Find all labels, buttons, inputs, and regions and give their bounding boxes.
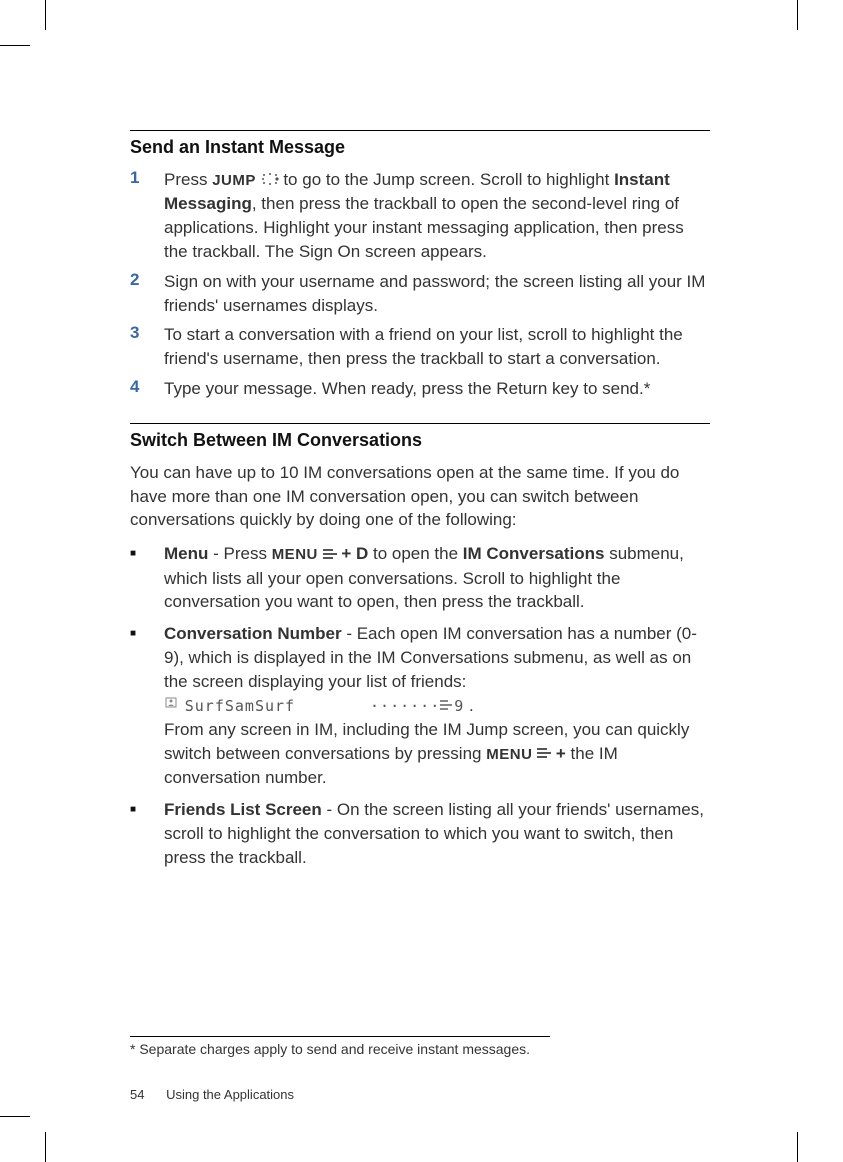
page-footer: * Separate charges apply to send and rec…	[130, 1026, 710, 1102]
step-body: Press JUMP to go to the Jump screen. Scr…	[164, 168, 710, 264]
section-title-send-im: Send an Instant Message	[130, 137, 710, 158]
sample-number: 9	[454, 697, 464, 715]
crop-mark	[0, 1116, 30, 1117]
chapter-name: Using the Applications	[166, 1087, 294, 1102]
sample-dots: ·······	[300, 697, 440, 715]
step-number: 3	[130, 323, 164, 371]
footnote-rule	[130, 1036, 550, 1037]
bullet-body: Conversation Number - Each open IM conve…	[164, 622, 710, 790]
step-3: 3 To start a conversation with a friend …	[130, 323, 710, 371]
section-rule	[130, 130, 710, 131]
step-body: Sign on with your username and password;…	[164, 270, 710, 318]
im-conversations-label: IM Conversations	[463, 544, 605, 563]
menu-icon	[323, 543, 337, 567]
step-2: 2 Sign on with your username and passwor…	[130, 270, 710, 318]
page-number-line: 54 Using the Applications	[130, 1087, 710, 1102]
bullet-icon: ■	[130, 622, 164, 790]
footnote-text: * Separate charges apply to send and rec…	[130, 1041, 710, 1057]
bullet-menu: ■ Menu - Press MENU + D to open the IM C…	[130, 542, 710, 614]
crop-mark	[45, 0, 46, 30]
friends-list-label: Friends List Screen	[164, 800, 322, 819]
step-number: 1	[130, 168, 164, 264]
conversation-number-label: Conversation Number	[164, 624, 342, 643]
bullet-icon: ■	[130, 798, 164, 869]
crop-mark	[797, 1132, 798, 1162]
section-title-switch: Switch Between IM Conversations	[130, 430, 710, 451]
bullet-icon: ■	[130, 542, 164, 614]
section-rule	[130, 423, 710, 424]
section-intro: You can have up to 10 IM conversations o…	[130, 461, 710, 532]
crop-mark	[797, 0, 798, 30]
step-body: Type your message. When ready, press the…	[164, 377, 650, 401]
jump-key-label: JUMP	[212, 172, 256, 189]
menu-small-icon	[440, 694, 454, 718]
page-number: 54	[130, 1087, 144, 1102]
page-content: Send an Instant Message 1 Press JUMP to …	[130, 130, 710, 877]
menu-key-label: MENU	[486, 746, 532, 763]
menu-icon	[537, 742, 551, 766]
bullet-body: Menu - Press MENU + D to open the IM Con…	[164, 542, 710, 614]
bullet-body: Friends List Screen - On the screen list…	[164, 798, 710, 869]
step-number: 2	[130, 270, 164, 318]
bullet-conversation-number: ■ Conversation Number - Each open IM con…	[130, 622, 710, 790]
steps-list: 1 Press JUMP to go to the Jump screen. S…	[130, 168, 710, 401]
crop-mark	[45, 1132, 46, 1162]
buddy-icon	[164, 694, 180, 718]
menu-key-label: MENU	[272, 546, 318, 563]
step-1: 1 Press JUMP to go to the Jump screen. S…	[130, 168, 710, 264]
menu-label: Menu	[164, 544, 208, 563]
bullet-list: ■ Menu - Press MENU + D to open the IM C…	[130, 542, 710, 869]
jump-icon	[261, 169, 279, 193]
sample-username: SurfSamSurf	[185, 697, 295, 715]
step-4: 4 Type your message. When ready, press t…	[130, 377, 710, 401]
crop-mark	[0, 45, 30, 46]
step-body: To start a conversation with a friend on…	[164, 323, 710, 371]
step-number: 4	[130, 377, 164, 401]
bullet-friends-list: ■ Friends List Screen - On the screen li…	[130, 798, 710, 869]
